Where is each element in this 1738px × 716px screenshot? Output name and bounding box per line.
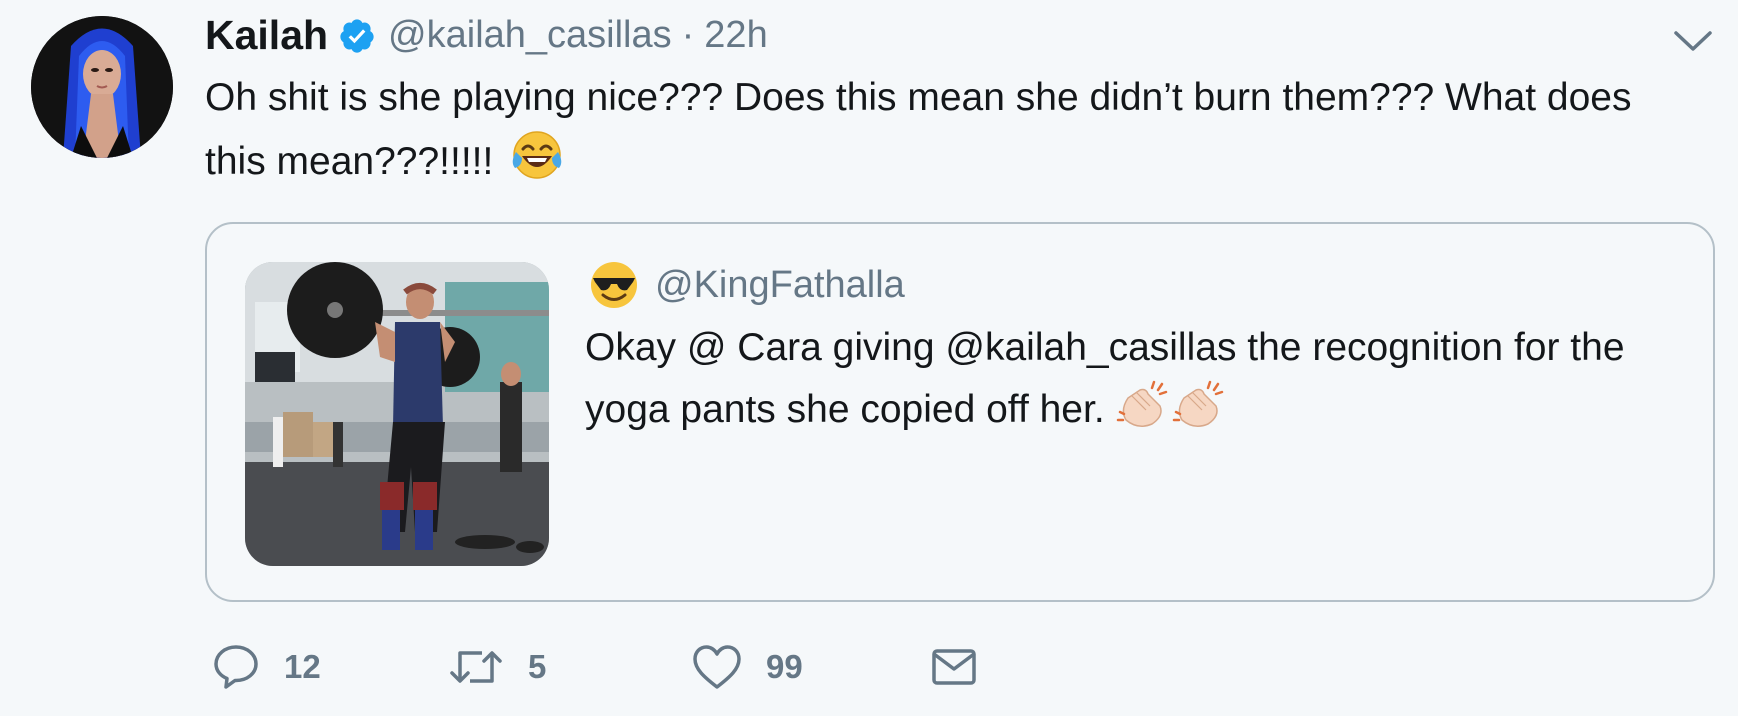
clapping-hands-icon [1116,376,1172,432]
tweet-text-content: Oh shit is she playing nice??? Does this… [205,76,1632,183]
face-with-tears-of-joy-icon [510,128,564,182]
chevron-down-icon[interactable] [1672,26,1714,56]
quoted-tweet-card[interactable]: @KingFathalla Okay @ Cara giving @kailah… [205,222,1715,602]
retweet-icon [450,651,502,683]
author-name[interactable]: Kailah [205,12,328,59]
reply-count: 12 [284,648,321,685]
quoted-tweet-text: Okay @ Cara giving @kailah_casillas the … [585,320,1665,438]
header-separator: · [681,14,695,56]
like-count: 99 [766,648,803,685]
heart-icon [693,645,741,689]
retweet-button[interactable]: 5 [448,642,546,692]
reply-button[interactable]: 12 [212,642,321,692]
quoted-tweet-text-content: Okay @ Cara giving @kailah_casillas the … [585,326,1625,431]
tweet-header: Kailah @kailah_casillas · 22h [205,12,768,59]
like-button[interactable]: 99 [692,642,803,692]
tweet-text: Oh shit is she playing nice??? Does this… [205,68,1665,192]
retweet-count: 5 [528,648,547,685]
author-handle[interactable]: @kailah_casillas [388,14,672,57]
quoted-author-handle[interactable]: @KingFathalla [655,264,905,307]
quoted-tweet-header: @KingFathalla [587,258,905,312]
reply-icon [214,645,258,689]
envelope-icon [932,649,976,685]
tweet: Kailah @kailah_casillas · 22h Oh shit is… [0,0,1738,716]
author-avatar[interactable] [31,16,173,158]
smiling-face-with-sunglasses-icon [587,258,641,312]
quoted-tweet-image[interactable] [245,262,549,566]
tweet-timestamp[interactable]: 22h [704,14,767,57]
verified-badge-icon [338,17,376,55]
direct-message-button[interactable] [930,642,978,692]
clapping-hands-icon [1172,376,1228,432]
